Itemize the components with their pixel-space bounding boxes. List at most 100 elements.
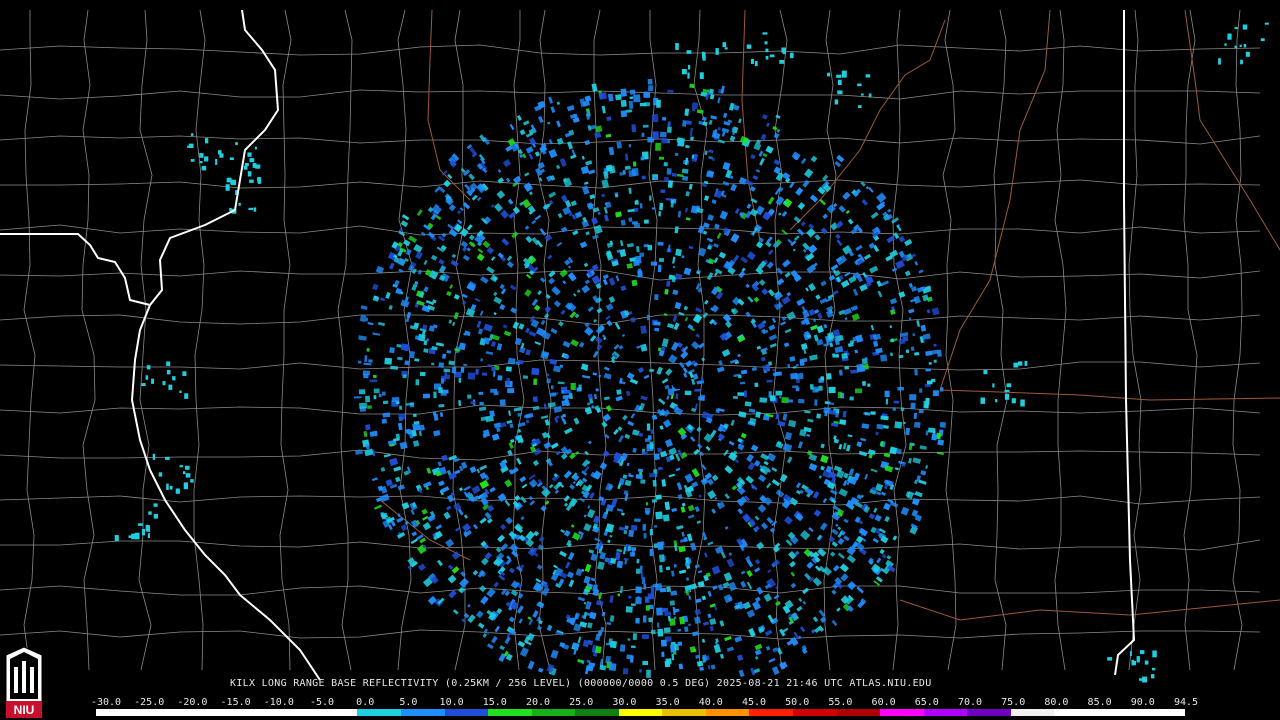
echo-cell [249,158,255,163]
echo-cell [462,300,467,305]
echo-cell [795,489,802,495]
echo-cell [423,348,429,353]
echo-cell [187,145,189,148]
echo-cell [521,483,528,489]
echo-cell [621,512,625,516]
echo-cell [553,564,558,569]
echo-cell [670,644,676,653]
echo-cell [707,258,715,265]
echo-cell [836,74,842,78]
echo-cell [377,321,386,327]
echo-cell [590,553,598,562]
echo-cell [685,120,692,125]
echo-cell [728,552,732,556]
echo-cell [752,600,762,611]
echo-cell [235,142,238,146]
echo-cell [641,634,649,639]
echo-cell [620,99,627,107]
echo-cell [628,217,633,222]
echo-cell [918,269,924,274]
echo-cell [740,580,747,588]
echo-cell [179,465,183,468]
echo-cell [754,596,761,603]
echo-cell [134,532,140,540]
colorbar-segment [139,709,184,716]
echo-cell [141,529,145,536]
echo-cell [500,209,510,219]
echo-cell [627,638,631,641]
echo-cell [610,359,616,364]
echo-cell [819,616,827,623]
echo-cell [604,214,609,222]
echo-cell [856,441,862,447]
echo-cell [812,318,817,323]
echo-cell [744,390,747,398]
echo-cell [587,393,593,400]
echo-cell [664,176,669,183]
echo-cell [145,524,148,531]
echo-cell [894,467,899,471]
echo-cell [486,587,496,598]
echo-cell [767,289,775,297]
echo-cell [755,169,761,173]
echo-cell [775,196,785,206]
radar-map[interactable] [0,0,1280,720]
echo-cell [852,288,859,296]
echo-cell [500,288,507,295]
echo-cell [835,523,839,527]
echo-cell [598,374,601,378]
echo-cell [861,423,870,429]
echo-cell [637,268,642,275]
echo-cell [707,541,714,546]
echo-cell [547,121,551,125]
echo-cell [908,308,915,314]
echo-cell [557,212,563,219]
echo-cell [836,154,845,163]
echo-cell [776,128,781,133]
echo-cell [829,342,834,348]
echo-cell [626,109,633,113]
echo-cell [628,144,632,148]
echo-cell [166,483,169,490]
echo-cell [789,356,796,362]
echo-cell [701,595,707,601]
echo-cell [404,520,410,526]
echo-cell [499,645,505,651]
echo-cell [563,427,573,435]
echo-cell [648,617,653,623]
echo-cell [1013,362,1019,368]
echo-cell [650,261,658,266]
echo-cell [524,289,532,297]
echo-cell [823,342,830,347]
echo-cell [870,211,879,219]
echo-cell [531,232,535,236]
echo-cell [438,258,445,265]
echo-cell [905,349,910,354]
echo-cell [786,456,793,464]
echo-cell [773,132,780,139]
echo-cell [525,235,533,243]
echo-cell [846,554,856,564]
echo-cell [426,467,432,474]
echo-cell [657,264,662,273]
echo-cell [504,499,511,507]
echo-cell [509,423,514,429]
echo-cell [667,126,672,133]
echo-cell [514,337,522,346]
echo-cell [649,548,653,557]
echo-cell [543,403,547,410]
echo-cell [540,415,549,420]
echo-cell [506,261,514,269]
echo-cell [689,127,694,136]
echo-cell [593,394,598,400]
echo-cell [608,146,615,156]
echo-cell [745,180,754,187]
echo-cell [708,119,713,125]
echo-cell [570,339,579,347]
scale-label: -5.0 [309,697,335,708]
echo-cell [538,667,544,673]
echo-cell [458,400,462,406]
echo-cell [460,240,469,248]
echo-cell [737,392,745,396]
echo-cell [807,244,818,254]
